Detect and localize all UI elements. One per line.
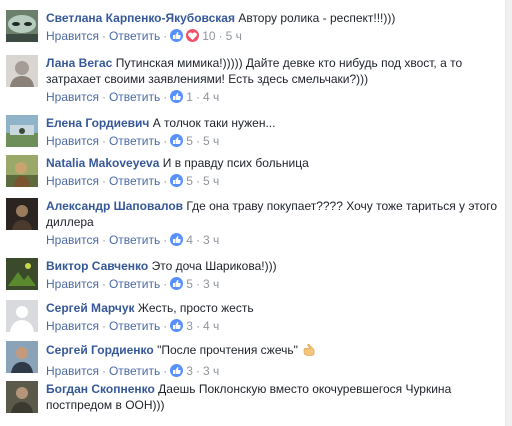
comment-text: Жесть, просто жесть [137,301,254,315]
reactions-count[interactable]: 1 [170,90,193,104]
reply-button[interactable]: Ответить [109,233,160,247]
heart-icon [186,29,200,42]
comment-actions: Нравится · Ответить · 1 · 4 ч [46,90,220,104]
like-button[interactable]: Нравится [46,233,99,247]
like-icon [170,29,184,42]
avatar[interactable] [6,381,38,413]
reply-button[interactable]: Ответить [109,90,160,104]
like-button[interactable]: Нравится [46,277,99,291]
comment-time[interactable]: 5 ч [226,29,242,43]
like-icon [170,174,184,187]
comment-actions: Нравится · Ответить · 5 · 3 ч [46,277,220,291]
comment-text: Это доча Шарикова!))) [151,259,277,273]
like-button[interactable]: Нравится [46,364,99,378]
comment-text: А толчок таки нужен... [152,116,276,130]
like-icon [170,319,184,332]
reply-button[interactable]: Ответить [109,319,160,333]
avatar[interactable] [6,155,38,187]
comment-time[interactable]: 4 ч [203,90,219,104]
avatar[interactable] [6,198,38,230]
like-icon [170,364,184,377]
comment-author[interactable]: Сергей Марчук [46,301,135,315]
avatar[interactable] [6,115,38,147]
comment-author[interactable]: Богдан Скопненко [46,382,155,396]
comment-time[interactable]: 3 ч [203,364,219,378]
like-button[interactable]: Нравится [46,134,99,148]
reply-button[interactable]: Ответить [109,277,160,291]
comment-actions: Нравится · Ответить · 4 · 3 ч [46,233,220,247]
comment-author[interactable]: Лана Вегас [46,56,112,70]
comment-time[interactable]: 3 ч [203,233,219,247]
comment-author[interactable]: Елена Гордиевич [46,116,149,130]
like-icon [170,90,184,103]
comment-time[interactable]: 3 ч [203,277,219,291]
like-icon [170,134,184,147]
comment-author[interactable]: Александр Шаповалов [46,199,183,213]
comment-text: И в правду псих больница [162,156,309,170]
reactions-count[interactable]: 10 [170,29,216,43]
reactions-count[interactable]: 5 [170,174,193,188]
comment-author[interactable]: Natalia Makoveyeva [46,156,159,170]
like-button[interactable]: Нравится [46,174,99,188]
like-icon [170,233,184,246]
comment-actions: Нравится · Ответить · 3 · 4 ч [46,319,220,333]
comment-text: Автору ролика - респект!!!))) [238,11,396,25]
comment-actions: Нравится · Ответить · 5 · 5 ч [46,174,220,188]
avatar[interactable] [6,300,38,332]
comment-actions: Нравится · Ответить · 3 · 3 ч [46,364,220,378]
pointing-hand-emoji [301,341,317,361]
comment-time[interactable]: 5 ч [203,174,219,188]
like-button[interactable]: Нравится [46,319,99,333]
reactions-count[interactable]: 5 [170,277,193,291]
comment-time[interactable]: 5 ч [203,134,219,148]
like-button[interactable]: Нравится [46,90,99,104]
reactions-count[interactable]: 3 [170,364,193,378]
comment-time[interactable]: 4 ч [203,319,219,333]
reply-button[interactable]: Ответить [109,174,160,188]
comment-author[interactable]: Светлана Карпенко-Якубовская [46,11,235,25]
reactions-count[interactable]: 5 [170,134,193,148]
comment-actions: Нравится · Ответить · 10 · 5 ч [46,29,242,43]
reactions-count[interactable]: 3 [170,319,193,333]
reply-button[interactable]: Ответить [109,29,160,43]
like-icon [170,277,184,290]
avatar[interactable] [6,55,38,87]
avatar[interactable] [6,10,38,42]
comment-author[interactable]: Виктор Савченко [46,259,148,273]
avatar[interactable] [6,341,38,373]
comment-author[interactable]: Сергей Гордиенко [46,343,154,357]
scrollbar[interactable] [505,0,512,426]
comment-text: "После прочтения сжечь" [157,343,298,357]
like-button[interactable]: Нравится [46,29,99,43]
reply-button[interactable]: Ответить [109,134,160,148]
avatar[interactable] [6,258,38,290]
reactions-count[interactable]: 4 [170,233,193,247]
comment-actions: Нравится · Ответить · 5 · 5 ч [46,134,220,148]
reply-button[interactable]: Ответить [109,364,160,378]
